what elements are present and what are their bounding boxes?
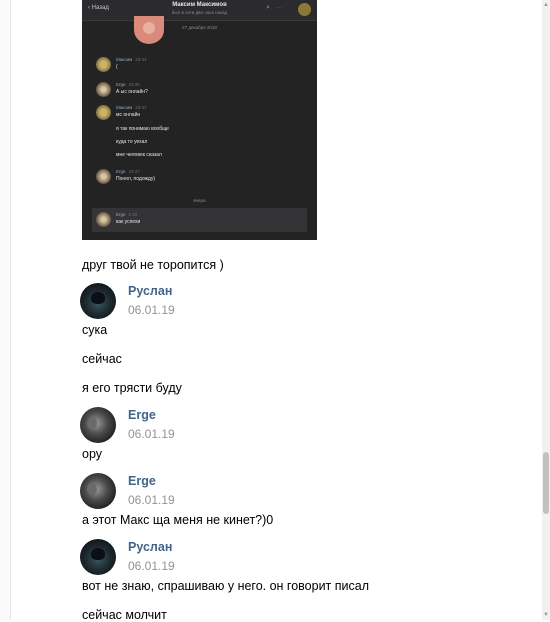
message-text: мс онлайн [116, 112, 141, 118]
time: 23:45 [128, 82, 140, 87]
screenshot-day-divider: вчера [193, 198, 206, 203]
avatar [96, 105, 111, 120]
message-text: а этот Макс ща меня не кинет?)0 [82, 513, 274, 527]
message-text: сука [82, 323, 108, 337]
message-text: вот не знаю, спрашиваю у него. он говори… [82, 579, 369, 593]
author-link[interactable]: Руслан [128, 540, 172, 554]
message-text: Понял, подожду) [116, 176, 155, 182]
author: Erge [116, 82, 126, 87]
time: 1:30 [128, 212, 138, 217]
message-text: куда то уехал [116, 139, 148, 145]
scroll-down-arrow-icon[interactable]: ▼ [542, 610, 550, 620]
screenshot-header-icons: ⌕⋯ [266, 4, 289, 11]
screenshot-date-separator: 27 декабря 2018 [182, 25, 217, 30]
vertical-scrollbar[interactable]: ▲ ▼ [542, 0, 550, 620]
author-link[interactable]: Erge [128, 474, 156, 488]
author: Erge [116, 169, 126, 174]
author-link[interactable]: Erge [128, 408, 156, 422]
avatar [96, 82, 111, 97]
scrollbar-thumb[interactable] [543, 452, 549, 514]
embedded-screenshot-image[interactable]: ‹ Назад Максим Максимов был в сети два ч… [82, 0, 317, 240]
avatar [96, 169, 111, 184]
message-text: А ыс онлайн? [116, 89, 148, 95]
message-text: как успехи [116, 219, 141, 225]
scroll-up-arrow-icon[interactable]: ▲ [542, 0, 550, 10]
message-date[interactable]: 06.01.19 [128, 427, 175, 441]
message-text: ( [116, 64, 118, 70]
avatar-erge[interactable] [80, 407, 116, 443]
message-text: сейчас [82, 352, 122, 366]
author: Максим [116, 105, 133, 110]
sticker-image [134, 16, 164, 44]
message-text: я его трясти буду [82, 381, 182, 395]
avatar [96, 212, 111, 227]
message-date[interactable]: 06.01.19 [128, 493, 175, 507]
message-text: мне человек сказал [116, 152, 162, 158]
message-date[interactable]: 06.01.19 [128, 303, 175, 317]
left-border [0, 0, 11, 620]
message-text: я так понимаю вообще [116, 126, 169, 132]
author-link[interactable]: Руслан [128, 284, 172, 298]
screenshot-header-avatar [298, 3, 311, 16]
avatar [96, 57, 111, 72]
avatar-ruslan[interactable] [80, 539, 116, 575]
message-date[interactable]: 06.01.19 [128, 559, 175, 573]
avatar-erge[interactable] [80, 473, 116, 509]
time: 23:47 [128, 169, 140, 174]
author: Erge [116, 212, 126, 217]
time: 23:47 [135, 105, 147, 110]
message-text: друг твой не торопится ) [82, 258, 224, 272]
message-text: ору [82, 447, 103, 461]
author: Максим [116, 57, 133, 62]
time: 23:44 [135, 57, 147, 62]
avatar-ruslan[interactable] [80, 283, 116, 319]
screenshot-header: ‹ Назад Максим Максимов был в сети два ч… [82, 0, 317, 21]
